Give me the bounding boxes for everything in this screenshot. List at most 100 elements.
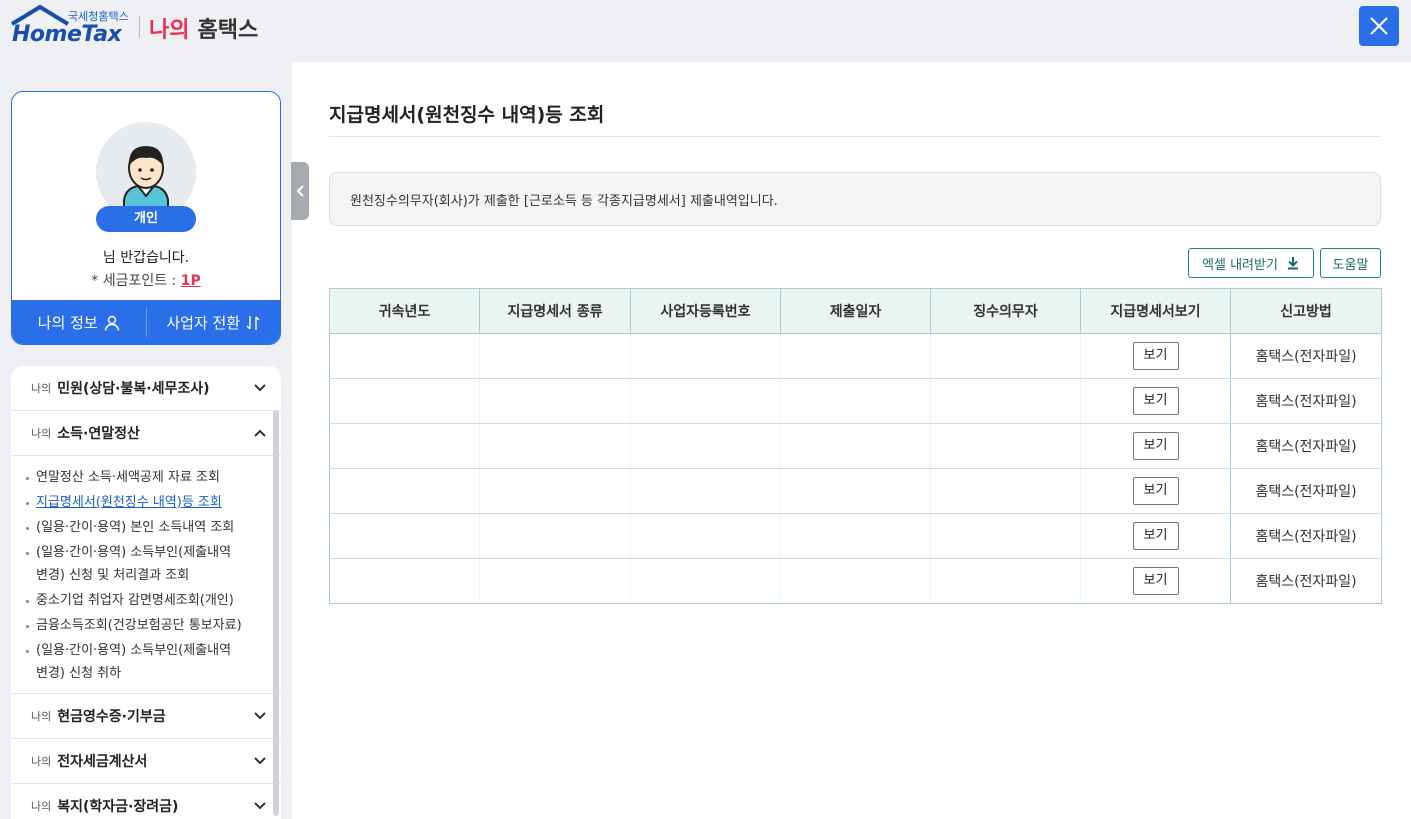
col-header-year[interactable]: 귀속년도 (329, 288, 480, 334)
submenu-item[interactable]: (일용·간이·용역) 본인 소득내역 조회 (25, 516, 281, 539)
info-box: 원천징수의무자(회사)가 제출한 [근로소득 등 각종지급명세서] 제출내역입니… (329, 172, 1381, 226)
my-title: 홈택스 (197, 18, 259, 43)
col-header-withholder[interactable]: 징수의무자 (930, 288, 1081, 334)
submenu-item[interactable]: 중소기업 취업자 감면명세조회(개인) (25, 589, 281, 612)
points-label: * 세금포인트 : (91, 273, 181, 289)
close-button[interactable] (1359, 6, 1399, 46)
menu-section-title: 소득·연말정산 (57, 426, 140, 442)
table-cell (630, 423, 781, 469)
menu-section-title: 현금영수증·기부금 (57, 709, 166, 725)
top-header: 국세청홈택스 HomeTax 나의 홈택스 (0, 0, 1411, 62)
left-panel: 개인 님 반갑습니다. * 세금포인트 : 1P 나의 정보 사업자 전환 나의… (0, 62, 292, 819)
view-button[interactable]: 보기 (1132, 342, 1179, 370)
menu-scrollbar[interactable] (273, 410, 279, 816)
table-cell (780, 558, 931, 604)
table-cell (630, 468, 781, 514)
table-row: 보기 홈택스(전자파일) (329, 468, 1382, 514)
info-text: 원천징수의무자(회사)가 제출한 [근로소득 등 각종지급명세서] 제출내역입니… (350, 193, 778, 209)
table-cell (329, 423, 480, 469)
col-header-business-number[interactable]: 사업자등록번호 (630, 288, 781, 334)
table-cell: 보기 (1080, 333, 1231, 379)
col-header-type[interactable]: 지급명세서 종류 (479, 288, 631, 334)
excel-download-button[interactable]: 엑셀 내려받기 (1188, 248, 1314, 278)
col-header-view[interactable]: 지급명세서보기 (1080, 288, 1231, 334)
chevron-down-icon (254, 757, 266, 765)
table-cell (329, 468, 480, 514)
greeting-text: 님 반갑습니다. (102, 250, 190, 266)
table-cell: 보기 (1080, 513, 1231, 559)
menu-prefix: 나의 (31, 382, 52, 395)
table-cell: 보기 (1080, 378, 1231, 424)
table-cell (930, 558, 1081, 604)
close-icon (1370, 17, 1388, 35)
submenu-item-active[interactable]: 지급명세서(원천징수 내역)등 조회 (25, 491, 281, 514)
my-prefix: 나의 (149, 18, 190, 43)
help-button[interactable]: 도움말 (1320, 248, 1381, 278)
table-cell (329, 558, 480, 604)
table-cell (930, 513, 1081, 559)
submenu-item[interactable]: (일용·간이·용역) 소득부인(제출내역 변경) 신청 취하 (25, 639, 281, 685)
menu-section-welfare[interactable]: 나의 복지(학자금·장려금) (11, 784, 281, 819)
table-cell (329, 333, 480, 379)
view-button[interactable]: 보기 (1132, 567, 1179, 595)
col-header-report-method[interactable]: 신고방법 (1230, 288, 1382, 334)
report-method-cell: 홈택스(전자파일) (1230, 468, 1382, 514)
menu-section-title: 민원(상담·불복·세무조사) (57, 381, 210, 397)
table-cell (630, 333, 781, 379)
my-info-button[interactable]: 나의 정보 (12, 300, 146, 344)
switch-business-button[interactable]: 사업자 전환 (147, 300, 281, 344)
my-hometax-title: 나의 홈택스 (149, 12, 258, 44)
view-button[interactable]: 보기 (1132, 477, 1179, 505)
table-row: 보기 홈택스(전자파일) (329, 333, 1382, 379)
menu-section-etax-invoice[interactable]: 나의 전자세금계산서 (11, 739, 281, 784)
table-row: 보기 홈택스(전자파일) (329, 558, 1382, 604)
title-divider (329, 136, 1381, 137)
menu-section-income[interactable]: 나의 소득·연말정산 (11, 411, 281, 456)
table-cell (780, 333, 931, 379)
menu-section-title: 복지(학자금·장려금) (57, 799, 179, 815)
table-cell (479, 558, 631, 604)
submenu-item[interactable]: 금융소득조회(건강보험공단 통보자료) (25, 614, 281, 637)
switch-business-label: 사업자 전환 (166, 314, 241, 332)
table-cell (630, 378, 781, 424)
table-cell (780, 423, 931, 469)
table-cell: 보기 (1080, 423, 1231, 469)
switch-icon (246, 315, 260, 330)
table-header-row: 귀속년도 지급명세서 종류 사업자등록번호 제출일자 징수의무자 지급명세서보기… (329, 288, 1382, 334)
report-method-cell: 홈택스(전자파일) (1230, 513, 1382, 559)
view-button[interactable]: 보기 (1132, 432, 1179, 460)
report-method-cell: 홈택스(전자파일) (1230, 423, 1382, 469)
hometax-logo[interactable]: 국세청홈택스 HomeTax (10, 4, 130, 47)
table-cell (479, 423, 631, 469)
download-icon (1287, 257, 1298, 270)
excel-download-label: 엑셀 내려받기 (1202, 257, 1278, 273)
table-cell (780, 468, 931, 514)
chevron-left-icon (296, 185, 304, 197)
view-button[interactable]: 보기 (1132, 387, 1179, 415)
menu-section-receipts[interactable]: 나의 현금영수증·기부금 (11, 694, 281, 739)
points-value[interactable]: 1P (181, 273, 201, 289)
col-header-submit-date[interactable]: 제출일자 (780, 288, 931, 334)
menu-prefix: 나의 (31, 427, 52, 440)
menu-section-civil[interactable]: 나의 민원(상담·불복·세무조사) (11, 366, 281, 411)
table-cell (630, 558, 781, 604)
table-cell (479, 378, 631, 424)
menu-section-title: 전자세금계산서 (57, 754, 148, 770)
table-cell (479, 333, 631, 379)
profile-actions: 나의 정보 사업자 전환 (12, 300, 281, 344)
personal-badge: 개인 (96, 206, 196, 232)
menu-prefix: 나의 (31, 755, 52, 768)
table-cell (930, 423, 1081, 469)
my-info-label: 나의 정보 (37, 314, 98, 332)
view-button[interactable]: 보기 (1132, 522, 1179, 550)
submenu-item[interactable]: 연말정산 소득·세액공제 자료 조회 (25, 466, 281, 489)
table-cell (329, 378, 480, 424)
table-row: 보기 홈택스(전자파일) (329, 378, 1382, 424)
report-method-cell: 홈택스(전자파일) (1230, 378, 1382, 424)
submenu-item[interactable]: (일용·간이·용역) 소득부인(제출내역 변경) 신청 및 처리결과 조회 (25, 541, 281, 587)
user-icon (104, 315, 119, 331)
profile-card: 개인 님 반갑습니다. * 세금포인트 : 1P 나의 정보 사업자 전환 (11, 91, 281, 345)
table-cell (630, 513, 781, 559)
table-cell (780, 378, 931, 424)
collapse-panel-button[interactable] (291, 162, 309, 220)
